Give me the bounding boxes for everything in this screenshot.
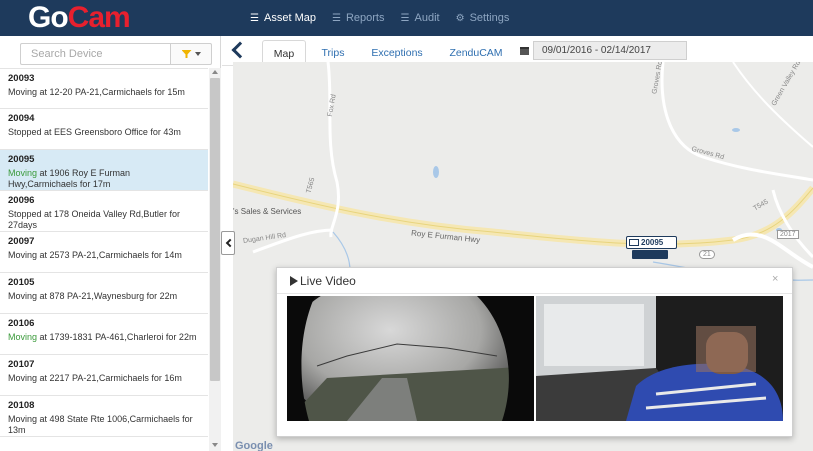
- filter-icon: [181, 50, 192, 58]
- device-status-state: Stopped: [8, 127, 42, 137]
- calendar-icon: [520, 47, 529, 55]
- device-list-item[interactable]: 20093 Moving at 12-20 PA-21,Carmichaels f…: [0, 68, 208, 109]
- search-input[interactable]: [20, 43, 170, 65]
- device-status-location: at 2573 PA-21,Carmichaels for 14m: [37, 250, 182, 260]
- map-label-2017: 2017: [777, 230, 799, 239]
- device-status-state: Moving: [8, 373, 38, 383]
- device-list-item[interactable]: 20106 Moving at 1739-1831 PA-461,Charlero…: [0, 314, 208, 355]
- device-list: 20093 Moving at 12-20 PA-21,Carmichaels f…: [0, 68, 208, 451]
- scroll-thumb[interactable]: [210, 78, 220, 381]
- device-status-state: Moving: [8, 168, 38, 178]
- logo-go: Go: [28, 1, 69, 34]
- nav-reports[interactable]: ☰ Reports: [332, 12, 385, 24]
- device-list-item[interactable]: 20108 Moving at 498 State Rte 1006,Carmic…: [0, 396, 208, 437]
- device-status-location: at 1739-1831 PA-461,Charleroi for 22m: [37, 332, 197, 342]
- gear-icon: ⚙: [455, 12, 465, 24]
- scroll-down-icon[interactable]: [212, 443, 218, 447]
- device-status-state: Moving: [8, 250, 38, 260]
- nav-audit-label: Audit: [414, 12, 440, 24]
- back-arrow-icon[interactable]: [231, 41, 249, 59]
- map-label-route-21: 21: [699, 250, 715, 259]
- device-status: Moving at 878 PA-21,Waynesburg for 22m: [8, 291, 200, 302]
- nav-audit[interactable]: ☰ Audit: [401, 12, 440, 24]
- nav-asset-map[interactable]: ☰ Asset Map: [250, 12, 316, 24]
- road-camera-feed[interactable]: [287, 296, 534, 421]
- scroll-up-icon[interactable]: [212, 70, 218, 74]
- chevron-down-icon: [194, 52, 201, 56]
- cabin-camera-feed[interactable]: [536, 296, 783, 421]
- device-id: 20106: [8, 318, 35, 329]
- nav-settings[interactable]: ⚙ Settings: [456, 12, 510, 24]
- list-icon: ☰: [250, 12, 259, 24]
- list-icon: ☰: [331, 12, 341, 24]
- device-status: Moving at 1739-1831 PA-461,Charleroi for…: [8, 332, 200, 343]
- device-status-location: at 2217 PA-21,Carmichaels for 16m: [37, 373, 182, 383]
- device-list-scrollbar[interactable]: [209, 68, 221, 451]
- device-status-location: at 878 PA-21,Waynesburg for 22m: [37, 291, 178, 301]
- device-id: 20094: [8, 113, 35, 124]
- device-id: 20107: [8, 359, 35, 370]
- device-status: Stopped at 178 Oneida Valley Rd,Butler f…: [8, 209, 200, 231]
- device-status: Moving at 498 State Rte 1006,Carmichaels…: [8, 414, 200, 436]
- close-icon[interactable]: ×: [772, 273, 778, 285]
- vehicle-pin-label: 20095: [641, 238, 664, 247]
- nav-reports-label: Reports: [345, 12, 385, 24]
- main-nav: ☰ Asset Map ☰ Reports ☰ Audit ⚙ Settings: [250, 0, 509, 36]
- chevron-left-icon: [225, 238, 234, 248]
- date-range-picker[interactable]: 09/01/2016 - 02/14/2017: [533, 41, 687, 60]
- device-id: 20097: [8, 236, 35, 247]
- device-status-state: Moving: [8, 414, 38, 424]
- list-icon: ☰: [400, 12, 410, 24]
- map-label-business: 's Sales & Services: [233, 207, 302, 216]
- modal-header: Live Video ×: [277, 268, 792, 294]
- road-camera-image: [287, 296, 534, 421]
- truck-icon: [629, 239, 639, 246]
- app-window: GoCam ☰ Asset Map ☰ Reports ☰ Audit ⚙ Se…: [0, 0, 813, 451]
- google-logo: Google: [235, 440, 273, 451]
- modal-title: Live Video: [300, 274, 356, 288]
- gocam-logo[interactable]: GoCam: [28, 1, 131, 34]
- device-status-location: at EES Greensboro Office for 43m: [41, 127, 181, 137]
- nav-settings-label: Settings: [469, 12, 510, 24]
- device-list-item[interactable]: 20105 Moving at 878 PA-21,Waynesburg for …: [0, 273, 208, 314]
- device-status-state: Moving: [8, 87, 38, 97]
- vehicle-marker-icon[interactable]: [632, 250, 668, 259]
- device-status: Stopped at EES Greensboro Office for 43m: [8, 127, 200, 138]
- device-status: Moving at 2217 PA-21,Carmichaels for 16m: [8, 373, 200, 384]
- device-status-state: Stopped: [8, 209, 42, 219]
- device-list-item[interactable]: 20107 Moving at 2217 PA-21,Carmichaels fo…: [0, 355, 208, 396]
- device-sidebar: 20093 Moving at 12-20 PA-21,Carmichaels f…: [0, 36, 221, 451]
- play-icon: [290, 276, 298, 286]
- device-id: 20095: [8, 154, 35, 165]
- nav-asset-map-label: Asset Map: [264, 12, 316, 24]
- device-list-item[interactable]: 20096 Stopped at 178 Oneida Valley Rd,But…: [0, 191, 208, 232]
- device-id: 20108: [8, 400, 35, 411]
- live-video-modal: Live Video ×: [276, 267, 793, 437]
- device-list-item[interactable]: 20097 Moving at 2573 PA-21,Carmichaels fo…: [0, 232, 208, 273]
- collapse-sidebar-button[interactable]: [221, 231, 235, 255]
- top-header: GoCam ☰ Asset Map ☰ Reports ☰ Audit ⚙ Se…: [0, 0, 813, 36]
- device-status-state: Moving: [8, 332, 38, 342]
- cabin-camera-image: [536, 296, 783, 421]
- device-id: 20096: [8, 195, 35, 206]
- device-status: Moving at 12-20 PA-21,Carmichaels for 15…: [8, 87, 200, 98]
- device-status-state: Moving: [8, 291, 38, 301]
- device-list-item[interactable]: 20095 Moving at 1906 Roy E Furman Hwy,Car…: [0, 150, 208, 191]
- device-status-location: at 12-20 PA-21,Carmichaels for 15m: [37, 87, 185, 97]
- device-list-item[interactable]: 20094 Stopped at EES Greensboro Office fo…: [0, 109, 208, 150]
- device-search: [20, 43, 212, 65]
- filter-dropdown-button[interactable]: [170, 43, 212, 65]
- device-status: Moving at 2573 PA-21,Carmichaels for 14m: [8, 250, 200, 261]
- device-id: 20093: [8, 73, 35, 84]
- device-status: Moving at 1906 Roy E Furman Hwy,Carmicha…: [8, 168, 200, 190]
- vehicle-pin-20095[interactable]: 20095: [626, 236, 677, 249]
- logo-cam: Cam: [67, 1, 131, 34]
- device-id: 20105: [8, 277, 35, 288]
